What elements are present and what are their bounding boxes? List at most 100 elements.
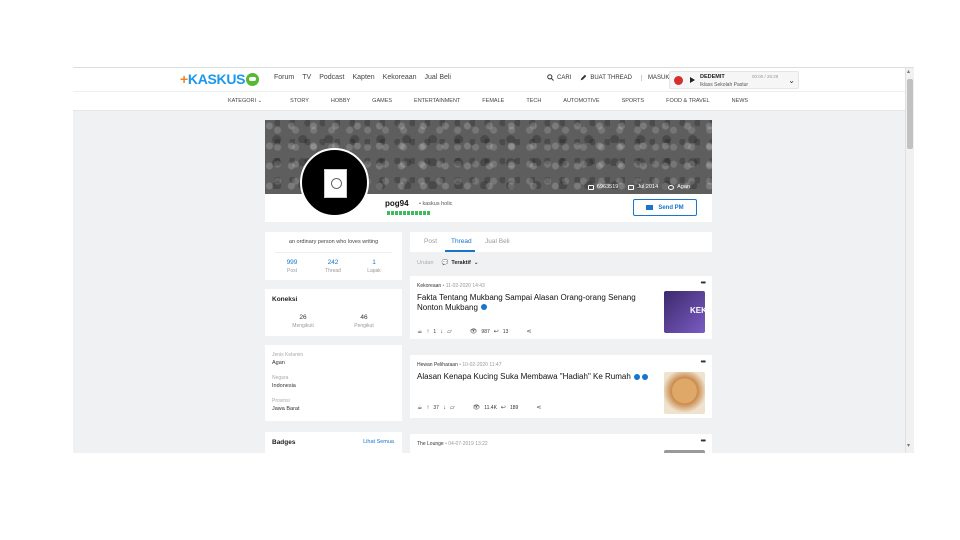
thread-thumbnail[interactable]: KEK — [664, 291, 707, 333]
stat-thread[interactable]: 242 Thread — [313, 259, 353, 274]
province-label: Provinsi — [272, 398, 290, 404]
stat-lapak-value: 1 — [372, 259, 376, 266]
player-subtitle: Iklass Sekolah Pastur — [700, 82, 749, 88]
see-all-badges-link[interactable]: Lihat Semua — [363, 439, 394, 445]
share-icon[interactable]: ⋖ — [526, 328, 531, 335]
logo-text: KASKUS — [187, 71, 246, 87]
thread-card[interactable]: Kekoreaan • 11-02-2020 14:43 ••• Fakta T… — [410, 276, 712, 339]
thread-category[interactable]: The Lounge — [417, 441, 444, 447]
create-thread-label: BUAT THREAD — [590, 74, 633, 81]
category-news[interactable]: NEWS — [732, 98, 749, 104]
player-title: DEDEMIT — [700, 74, 725, 80]
sort-dropdown[interactable]: 💬 Teraktif ⌄ — [442, 260, 479, 266]
bata-icon[interactable]: ▱ — [447, 328, 452, 335]
hot-icon — [641, 373, 648, 380]
tab-jual-beli[interactable]: Jual Beli — [485, 238, 510, 245]
bio-text: an ordinary person who loves writing — [288, 239, 379, 245]
thread-title[interactable]: Alasan Kenapa Kucing Suka Membawa "Hadia… — [417, 372, 652, 382]
avatar[interactable] — [300, 148, 369, 217]
more-options-icon[interactable]: ••• — [701, 438, 706, 445]
thread-category[interactable]: Hewan Peliharaan — [417, 362, 458, 368]
tab-thread[interactable]: Thread — [451, 238, 472, 245]
reputation-segment — [411, 211, 414, 215]
downvote-icon[interactable]: ↓ — [443, 405, 446, 411]
downvote-icon[interactable]: ↓ — [440, 329, 443, 335]
nav-kekoreaan[interactable]: Kekoreaan — [383, 74, 417, 81]
reply-icon[interactable]: ↩ — [501, 404, 506, 411]
thumbnail-text: KEK — [690, 306, 707, 315]
scroll-up-icon[interactable]: ▴ — [907, 69, 910, 75]
profile-tabs: Post Thread Jual Beli — [410, 232, 712, 252]
following-stat[interactable]: 26 Mengikuti — [283, 314, 323, 329]
reputation-segment — [403, 211, 406, 215]
nav-tv[interactable]: TV — [302, 74, 311, 81]
thread-title[interactable]: Fakta Tentang Mukbang Sampai Alasan Oran… — [417, 293, 652, 312]
chevron-down-icon[interactable]: ⌄ — [788, 76, 795, 85]
send-pm-button[interactable]: Send PM — [633, 199, 697, 216]
reply-icon[interactable]: ↩ — [494, 328, 499, 335]
more-options-icon[interactable]: ••• — [701, 359, 706, 366]
reply-count: 13 — [502, 328, 509, 335]
thread-thumbnail[interactable] — [664, 372, 705, 414]
category-food-travel[interactable]: FOOD & TRAVEL — [666, 98, 710, 104]
upvote-icon[interactable]: ↑ — [426, 405, 429, 411]
vote-count: 37 — [433, 404, 439, 411]
nav-podcast[interactable]: Podcast — [319, 74, 344, 81]
nav-forum[interactable]: Forum — [274, 74, 294, 81]
details-card: Jenis Kelamin Agan Negara Indonesia Prov… — [265, 345, 402, 421]
nav-jual-beli[interactable]: Jual Beli — [425, 74, 451, 81]
reply-count: 189 — [509, 404, 519, 411]
envelope-icon — [646, 205, 654, 210]
thread-card[interactable]: The Lounge • 04-07-2019 13:22 ••• — [410, 434, 712, 453]
nav-kapten[interactable]: Kapten — [352, 74, 374, 81]
cendol-icon[interactable]: ☕ — [417, 328, 422, 335]
badges-card: Badges Lihat Semua — [265, 432, 402, 453]
tab-post[interactable]: Post — [424, 238, 437, 245]
scrollbar-thumb[interactable] — [907, 79, 913, 149]
followers-stat[interactable]: 46 Pengikut — [344, 314, 384, 329]
category-hobby[interactable]: HOBBY — [331, 98, 350, 104]
kategori-dropdown[interactable]: KATEGORI ⌄ — [228, 98, 262, 104]
upvote-icon[interactable]: ↑ — [426, 329, 429, 335]
login-button[interactable]: MASUK — [641, 74, 669, 81]
category-sports[interactable]: SPORTS — [622, 98, 645, 104]
verified-icon — [633, 373, 640, 380]
create-thread-button[interactable]: BUAT THREAD — [580, 74, 632, 81]
thread-date: 04-07-2019 13:22 — [448, 441, 488, 447]
chevron-down-icon: ⌄ — [257, 98, 263, 104]
view-count: 11.4K — [484, 404, 497, 411]
thread-card[interactable]: Hewan Peliharaan • 10-02-2020 11:47 ••• … — [410, 355, 712, 418]
play-icon[interactable] — [690, 77, 695, 83]
share-icon[interactable]: ⋖ — [536, 404, 541, 411]
badges-title: Badges — [272, 439, 296, 446]
stat-lapak[interactable]: 1 Lapak — [354, 259, 394, 274]
category-entertainment[interactable]: ENTERTAINMENT — [414, 98, 460, 104]
followers-label: Pengikut — [354, 323, 374, 329]
header-actions: CARI BUAT THREAD MASUK — [547, 74, 678, 81]
kaskus-logo[interactable]: +KASKUS — [180, 71, 260, 87]
view-count: 987 — [481, 328, 490, 335]
more-options-icon[interactable]: ••• — [701, 280, 706, 287]
category-story[interactable]: STORY — [290, 98, 309, 104]
page-scrollbar[interactable]: ▴ ▾ — [905, 68, 914, 453]
thread-category[interactable]: Kekoreaan — [417, 283, 441, 289]
cendol-icon[interactable]: ☕ — [417, 404, 422, 411]
category-games[interactable]: GAMES — [372, 98, 392, 104]
search-button[interactable]: CARI — [547, 74, 571, 81]
scroll-down-icon[interactable]: ▾ — [907, 443, 910, 449]
stat-post-value: 999 — [286, 259, 298, 266]
bata-icon[interactable]: ▱ — [450, 404, 455, 411]
thread-thumbnail[interactable] — [664, 450, 705, 453]
following-label: Mengikuti — [292, 323, 314, 329]
podcast-logo-icon — [674, 76, 683, 85]
category-tech[interactable]: TECH — [526, 98, 541, 104]
thread-actions: ☕ ↑ 1 ↓ ▱ 👁 987 ↩ 13 ⋖ — [417, 328, 531, 336]
category-bar: KATEGORI ⌄ STORY HOBBY GAMES ENTERTAINME… — [73, 91, 905, 111]
main-nav: Forum TV Podcast Kapten Kekoreaan Jual B… — [274, 74, 451, 81]
thread-date: 10-02-2020 11:47 — [462, 362, 502, 368]
category-automotive[interactable]: AUTOMOTIVE — [563, 98, 599, 104]
stat-post[interactable]: 999 Post — [272, 259, 312, 274]
category-female[interactable]: FEMALE — [482, 98, 504, 104]
podcast-player[interactable]: DEDEMIT 00:00 / 26:29 Iklass Sekolah Pas… — [669, 71, 799, 89]
stat-thread-value: 242 — [327, 259, 339, 266]
